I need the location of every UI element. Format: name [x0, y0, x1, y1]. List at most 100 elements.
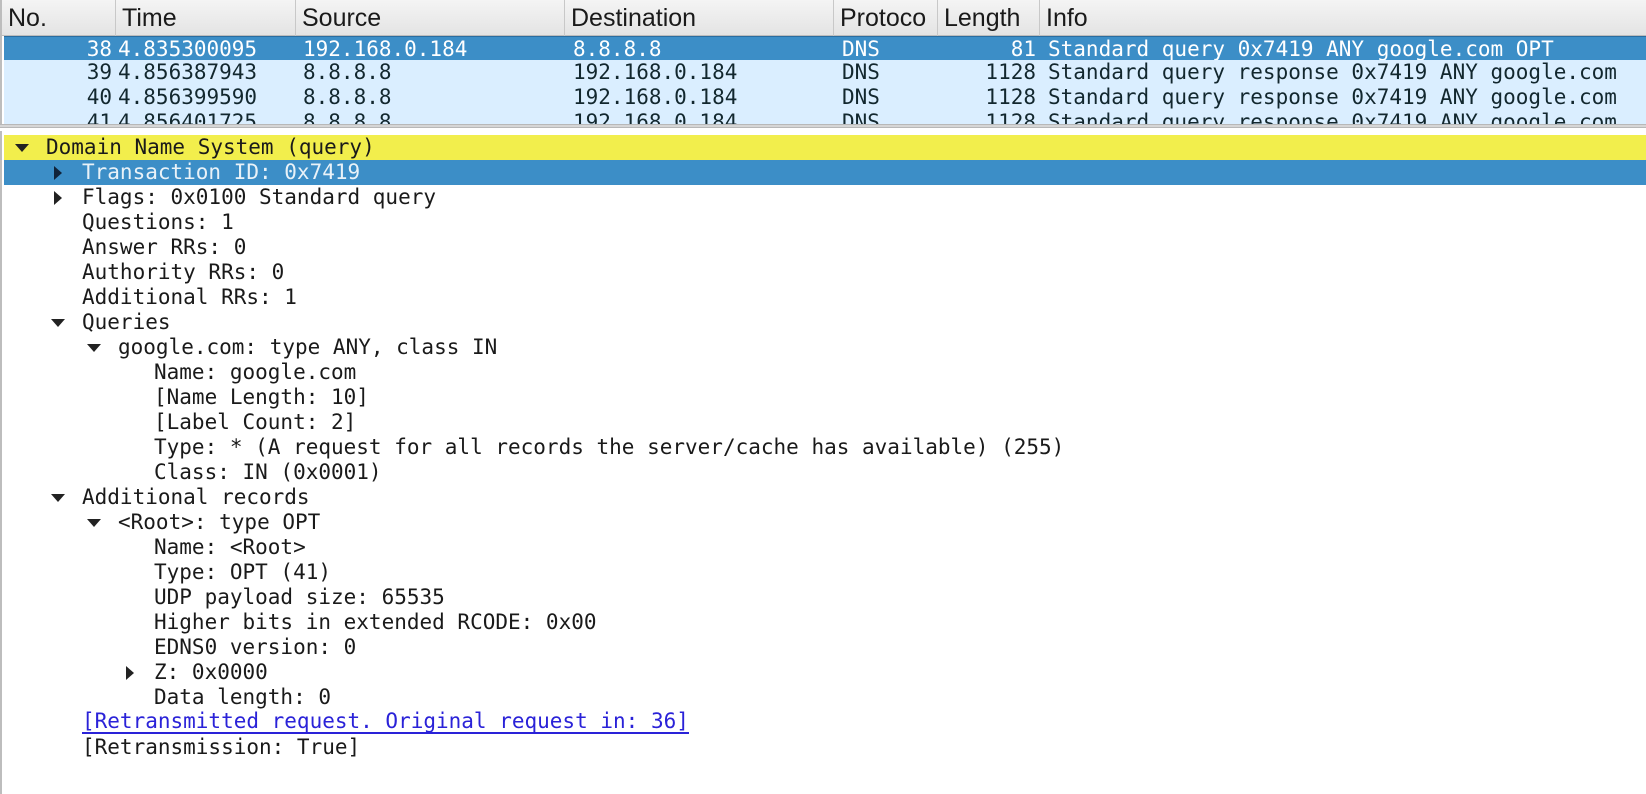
packet-source: 8.8.8.8	[303, 85, 392, 109]
packet-info: Standard query response 0x7419 ANY googl…	[1048, 85, 1617, 109]
tree-item-additional-records[interactable]: Additional records	[4, 485, 1646, 510]
tree-item-root-name[interactable]: Name: <Root>	[4, 535, 1646, 560]
tree-item-z[interactable]: Z: 0x0000	[4, 660, 1646, 685]
tree-item-retransmitted-request[interactable]: [Retransmitted request. Original request…	[4, 710, 1646, 735]
tree-item-label: Higher bits in extended RCODE: 0x00	[154, 610, 597, 634]
tree-item-label: Authority RRs: 0	[82, 260, 285, 284]
column-header-protocol[interactable]: Protoco	[834, 0, 938, 36]
tree-item-answer-rrs[interactable]: Answer RRs: 0	[4, 235, 1646, 260]
tree-item-label: UDP payload size: 65535	[154, 585, 445, 609]
expand-arrow-right-icon[interactable]	[48, 185, 68, 210]
tree-item-label: [Name Length: 10]	[154, 385, 369, 409]
packet-protocol: DNS	[842, 85, 880, 109]
column-header-time[interactable]: Time	[116, 0, 296, 36]
packet-details-tree[interactable]: Domain Name System (query) Transaction I…	[0, 131, 1646, 794]
tree-item-additional-rrs[interactable]: Additional RRs: 1	[4, 285, 1646, 310]
tree-item-root-type[interactable]: Type: OPT (41)	[4, 560, 1646, 585]
tree-item-label: google.com: type ANY, class IN	[118, 335, 498, 359]
tree-item-label: EDNS0 version: 0	[154, 635, 357, 659]
tree-item-retransmission[interactable]: [Retransmission: True]	[4, 735, 1646, 760]
tree-item-label: Flags: 0x0100 Standard query	[82, 185, 437, 209]
tree-item-udp-payload[interactable]: UDP payload size: 65535	[4, 585, 1646, 610]
packet-length: 81	[1010, 37, 1036, 61]
packet-destination: 192.168.0.184	[573, 85, 738, 109]
column-header-source[interactable]: Source	[296, 0, 565, 36]
packet-source: 8.8.8.8	[303, 60, 392, 84]
tree-item-label: [Retransmission: True]	[82, 735, 361, 759]
packet-protocol: DNS	[842, 37, 880, 61]
packet-no: 39	[86, 60, 112, 84]
packet-length: 1128	[985, 110, 1036, 124]
tree-item-query-name[interactable]: Name: google.com	[4, 360, 1646, 385]
tree-item-query-class[interactable]: Class: IN (0x0001)	[4, 460, 1646, 485]
packet-destination: 192.168.0.184	[573, 110, 738, 124]
column-header-info[interactable]: Info	[1040, 0, 1646, 36]
tree-item-label: [Label Count: 2]	[154, 410, 357, 434]
column-header-length[interactable]: Length	[938, 0, 1040, 36]
expand-arrow-down-icon[interactable]	[84, 510, 104, 535]
packet-time: 4.835300095	[118, 37, 258, 61]
tree-item-label: Questions: 1	[82, 210, 234, 234]
packet-destination: 8.8.8.8	[573, 37, 662, 61]
packet-length: 1128	[985, 60, 1036, 84]
tree-item-questions[interactable]: Questions: 1	[4, 210, 1646, 235]
packet-no: 38	[86, 37, 112, 61]
packet-info: Standard query 0x7419 ANY google.com OPT	[1048, 37, 1554, 61]
expand-arrow-down-icon[interactable]	[48, 310, 68, 335]
tree-item-label: Z: 0x0000	[154, 660, 268, 684]
pane-splitter[interactable]	[0, 124, 1646, 128]
packet-protocol: DNS	[842, 60, 880, 84]
tree-item-label: Type: OPT (41)	[154, 560, 332, 584]
tree-item-transaction-id[interactable]: Transaction ID: 0x7419	[4, 160, 1646, 185]
expand-arrow-right-icon[interactable]	[48, 160, 68, 185]
tree-item-flags[interactable]: Flags: 0x0100 Standard query	[4, 185, 1646, 210]
packet-row-selected[interactable]: 38 4.835300095 192.168.0.184 8.8.8.8 DNS…	[4, 36, 1646, 61]
tree-item-dns[interactable]: Domain Name System (query)	[4, 135, 1646, 160]
tree-item-label: Class: IN (0x0001)	[154, 460, 382, 484]
packet-list-header: No. Time Source Destination Protoco Leng…	[2, 0, 1646, 36]
tree-item-label: Additional RRs: 1	[82, 285, 297, 309]
tree-item-data-length[interactable]: Data length: 0	[4, 685, 1646, 710]
tree-item-label: <Root>: type OPT	[118, 510, 321, 534]
packet-row[interactable]: 39 4.856387943 8.8.8.8 192.168.0.184 DNS…	[4, 60, 1646, 85]
tree-item-label: Type: * (A request for all records the s…	[154, 435, 1065, 459]
column-header-destination[interactable]: Destination	[565, 0, 834, 36]
tree-item-authority-rrs[interactable]: Authority RRs: 0	[4, 260, 1646, 285]
packet-info: Standard query response 0x7419 ANY googl…	[1048, 60, 1617, 84]
expand-arrow-right-icon[interactable]	[120, 660, 140, 685]
tree-item-root-opt[interactable]: <Root>: type OPT	[4, 510, 1646, 535]
packet-source: 192.168.0.184	[303, 37, 468, 61]
packet-list[interactable]: No. Time Source Destination Protoco Leng…	[0, 0, 1646, 124]
packet-no: 41	[86, 110, 112, 124]
packet-info: Standard query response 0x7419 ANY googl…	[1048, 110, 1617, 124]
packet-row[interactable]: 40 4.856399590 8.8.8.8 192.168.0.184 DNS…	[4, 85, 1646, 110]
tree-item-label: Queries	[82, 310, 171, 334]
tree-item-label: Answer RRs: 0	[82, 235, 247, 259]
tree-item-label: Domain Name System (query)	[46, 135, 375, 159]
tree-item-edns0-version[interactable]: EDNS0 version: 0	[4, 635, 1646, 660]
expand-arrow-down-icon[interactable]	[84, 335, 104, 360]
expand-arrow-down-icon[interactable]	[12, 135, 32, 160]
tree-item-name-length[interactable]: [Name Length: 10]	[4, 385, 1646, 410]
tree-item-query-type[interactable]: Type: * (A request for all records the s…	[4, 435, 1646, 460]
tree-item-queries[interactable]: Queries	[4, 310, 1646, 335]
packet-time: 4.856399590	[118, 85, 258, 109]
column-header-no[interactable]: No.	[2, 0, 116, 36]
tree-item-label-count[interactable]: [Label Count: 2]	[4, 410, 1646, 435]
packet-protocol: DNS	[842, 110, 880, 124]
packet-time: 4.856401725	[118, 110, 258, 124]
packet-source: 8.8.8.8	[303, 110, 392, 124]
tree-item-label: Name: <Root>	[154, 535, 306, 559]
tree-item-label: Name: google.com	[154, 360, 357, 384]
tree-item-query-google[interactable]: google.com: type ANY, class IN	[4, 335, 1646, 360]
packet-length: 1128	[985, 85, 1036, 109]
packet-no: 40	[86, 85, 112, 109]
tree-item-higher-bits[interactable]: Higher bits in extended RCODE: 0x00	[4, 610, 1646, 635]
tree-item-label: Additional records	[82, 485, 310, 509]
retransmitted-request-link[interactable]: [Retransmitted request. Original request…	[82, 710, 689, 734]
packet-time: 4.856387943	[118, 60, 258, 84]
packet-row[interactable]: 41 4.856401725 8.8.8.8 192.168.0.184 DNS…	[4, 110, 1646, 124]
tree-item-label: Data length: 0	[154, 685, 332, 709]
tree-item-label: Transaction ID: 0x7419	[82, 160, 361, 184]
expand-arrow-down-icon[interactable]	[48, 485, 68, 510]
